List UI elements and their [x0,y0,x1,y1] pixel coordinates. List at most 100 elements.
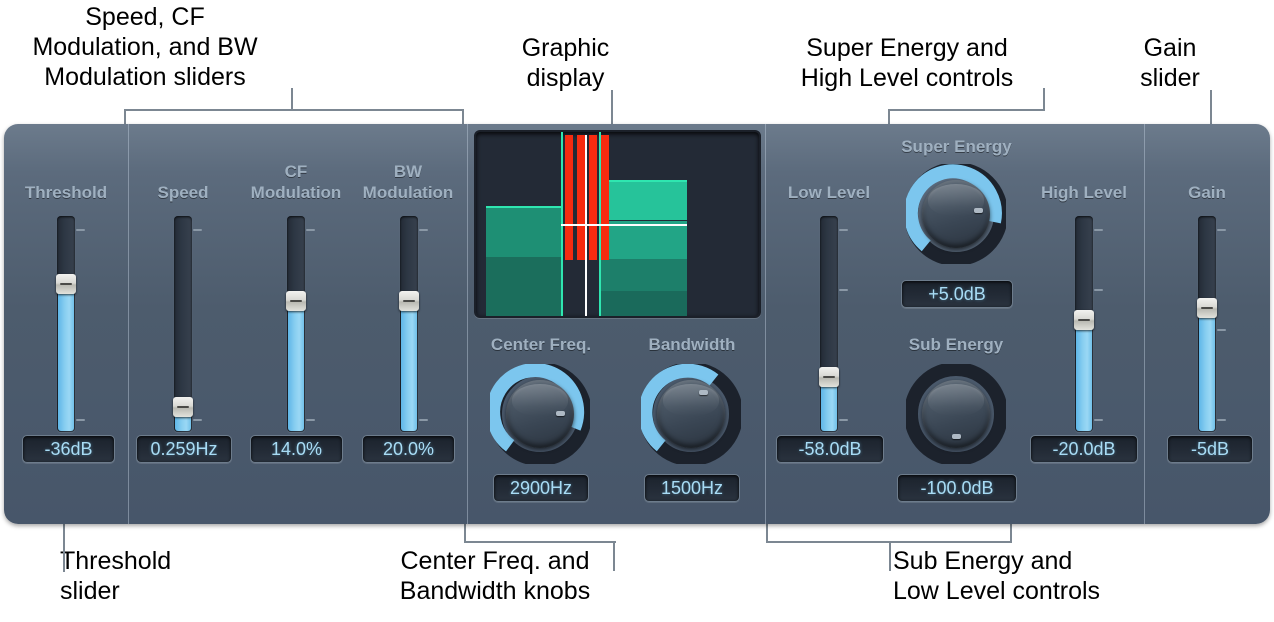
cf-modulation-tick-top [306,229,315,231]
cf-modulation-label: CF Modulation [250,162,342,202]
bw-modulation-tick-top [419,229,428,231]
bandwidth-knob-indicator [699,390,708,395]
cf-modulation-slider-fill [288,307,304,431]
center-freq-label: Center Freq. [490,335,592,354]
center-freq-knob[interactable] [490,364,590,464]
bw-modulation-slider[interactable] [399,216,428,432]
gain-value-field[interactable]: -5dB [1167,435,1253,463]
graphic-display-leader [611,90,613,126]
threshold-slider-fill [58,290,74,431]
cf-bw-leader-left [464,524,466,542]
high-level-tick-top [1094,229,1103,231]
gain-tick-top [1217,229,1226,231]
display-red-bar-1 [565,135,573,260]
graphic-display-callout: Graphic display [521,34,610,92]
bw-modulation-tick-bottom [419,419,428,421]
display-red-bar-2 [577,135,585,260]
super-high-leader-bar [888,109,1045,111]
gain-slider-track[interactable] [1198,216,1216,432]
speed-tick-top [193,229,202,231]
low-level-label: Low Level [787,183,871,202]
threshold-tick-top [76,229,85,231]
threshold-slider[interactable] [56,216,85,432]
display-red-bar-4 [601,135,609,260]
center-freq-bandwidth-callout: Center Freq. and Bandwidth knobs [399,547,591,605]
sub-low-leader-right [1010,524,1012,542]
gain-slider-thumb[interactable] [1197,297,1217,318]
bandwidth-label: Bandwidth [648,335,736,354]
speed-slider-thumb[interactable] [173,396,193,417]
section-divider-3 [765,124,766,524]
speed-value-field[interactable]: 0.259Hz [136,435,232,463]
display-crosshair-horizontal [561,224,687,226]
cf-modulation-slider-thumb[interactable] [286,291,306,312]
low-level-slider[interactable] [819,216,848,432]
speed-cf-bw-leader-left [124,109,126,125]
threshold-slider-thumb[interactable] [56,273,76,294]
display-high-band-seg-2 [601,220,687,259]
sub-energy-knob-gloss [928,384,984,416]
speed-slider[interactable] [173,216,202,432]
super-energy-value-field[interactable]: +5.0dB [901,280,1013,308]
low-level-value-field[interactable]: -58.0dB [776,435,884,463]
center-freq-knob-indicator [556,411,565,416]
display-high-band [601,179,687,316]
super-energy-knob-indicator [974,208,983,213]
bw-modulation-slider-track[interactable] [400,216,418,432]
super-energy-knob[interactable] [906,164,1006,264]
graphic-display[interactable] [474,130,761,318]
bandwidth-value-field[interactable]: 1500Hz [644,474,740,502]
high-level-slider[interactable] [1074,216,1103,432]
low-level-tick-mid [839,289,848,291]
gain-slider-callout: Gain slider [1140,34,1200,92]
cf-bw-leader-stem [613,543,615,571]
silver-verb-plugin-panel: Threshold -36dB Speed 0.259Hz CF Modulat… [4,124,1270,524]
high-level-tick-mid [1094,289,1103,291]
gain-label: Gain [1188,183,1226,202]
display-low-band [486,205,561,316]
gain-tick-bottom [1217,419,1226,421]
gain-slider[interactable] [1197,216,1226,432]
sub-energy-knob[interactable] [906,364,1006,464]
low-level-slider-track[interactable] [820,216,838,432]
bw-modulation-slider-thumb[interactable] [399,291,419,312]
high-level-tick-bottom [1094,419,1103,421]
threshold-slider-track[interactable] [57,216,75,432]
threshold-slider-leader [63,524,65,572]
sub-low-leader-bar [766,541,1012,543]
sub-energy-low-level-callout: Sub Energy and Low Level controls [893,547,1101,605]
display-high-band-seg-1 [601,181,687,220]
bw-modulation-slider-fill [401,307,417,431]
low-level-slider-thumb[interactable] [819,366,839,387]
display-high-band-seg-3 [601,258,687,292]
speed-cf-bw-leader-bar [124,109,464,111]
gain-tick-mid [1217,329,1226,331]
display-low-band-seg-2 [486,257,561,316]
bw-modulation-label: BW Modulation [362,162,454,202]
low-level-slider-fill [821,383,837,431]
gain-slider-leader [1210,90,1212,126]
bw-modulation-value-field[interactable]: 20.0% [362,435,455,463]
cf-modulation-slider-track[interactable] [287,216,305,432]
high-level-value-field[interactable]: -20.0dB [1030,435,1138,463]
super-high-leader-left [888,109,890,125]
speed-cf-bw-callout: Speed, CF Modulation, and BW Modulation … [32,3,258,91]
center-freq-value-field[interactable]: 2900Hz [493,474,589,502]
high-level-slider-fill [1076,327,1092,431]
high-level-slider-thumb[interactable] [1074,310,1094,331]
speed-cf-bw-leader-stem [291,88,293,110]
cf-modulation-value-field[interactable]: 14.0% [250,435,343,463]
sub-energy-value-field[interactable]: -100.0dB [897,474,1017,502]
speed-label: Speed [157,183,209,202]
sub-low-leader-stem [889,543,891,571]
speed-tick-bottom [193,419,202,421]
cf-modulation-tick-bottom [306,419,315,421]
bandwidth-knob[interactable] [641,364,741,464]
cf-modulation-slider[interactable] [286,216,315,432]
gain-slider-fill [1199,314,1215,431]
threshold-value-field[interactable]: -36dB [22,435,115,463]
threshold-slider-callout: Threshold slider [60,547,172,605]
section-divider-1 [128,124,129,524]
high-level-label: High Level [1041,183,1127,202]
threshold-tick-bottom [76,419,85,421]
